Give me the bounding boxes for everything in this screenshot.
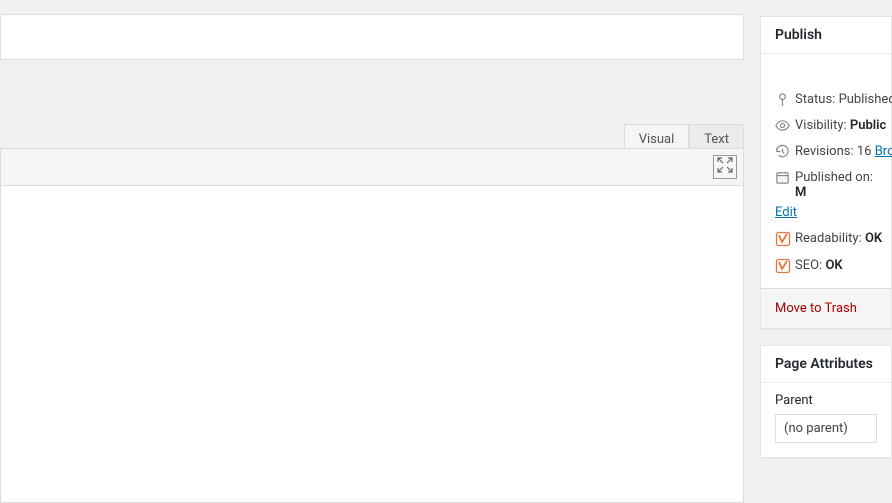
fullscreen-button[interactable]: [713, 155, 737, 179]
move-to-trash-link[interactable]: Move to Trash: [775, 301, 857, 316]
status-label: Status:: [795, 92, 835, 107]
revisions-icon: [775, 144, 795, 159]
seo-label: SEO:: [795, 258, 822, 273]
title-input[interactable]: [0, 14, 744, 60]
fullscreen-icon: [717, 157, 733, 177]
editor-toolbar: [0, 148, 744, 186]
published-label: Published on:: [795, 170, 873, 185]
sidebar: Publish Status: Published: [760, 0, 892, 503]
revisions-count: 16: [857, 144, 872, 159]
calendar-icon: [775, 170, 795, 185]
parent-label: Parent: [775, 393, 877, 408]
revisions-label: Revisions:: [795, 144, 854, 159]
visibility-label: Visibility:: [795, 118, 847, 133]
readability-label: Readability:: [795, 231, 862, 246]
visibility-value: Public: [850, 118, 886, 133]
visibility-icon: [775, 118, 795, 133]
status-value: Published: [839, 92, 892, 107]
yoast-readability-icon: [775, 231, 795, 247]
page-attributes-heading: Page Attributes: [761, 346, 891, 383]
seo-row: SEO: OK: [795, 258, 843, 273]
editor-content[interactable]: [0, 186, 744, 503]
pin-icon: [775, 92, 795, 107]
parent-select[interactable]: (no parent): [775, 414, 877, 443]
revisions-browse-link[interactable]: Bro: [875, 144, 892, 159]
publish-panel: Publish Status: Published: [760, 16, 892, 329]
readability-value: OK: [865, 231, 882, 246]
status-row: Status: Published: [795, 92, 892, 107]
published-value: M: [795, 185, 806, 200]
published-edit-link[interactable]: Edit: [775, 205, 797, 220]
page-attributes-panel: Page Attributes Parent (no parent): [760, 345, 892, 458]
published-row: Published on: M: [795, 170, 877, 200]
main-editor-area: Visual Text: [0, 0, 748, 503]
parent-select-value: (no parent): [784, 421, 848, 436]
yoast-seo-icon: [775, 258, 795, 274]
visibility-row: Visibility: Public: [795, 118, 886, 133]
seo-value: OK: [825, 258, 842, 273]
publish-heading: Publish: [761, 17, 891, 54]
readability-row: Readability: OK: [795, 231, 882, 246]
revisions-row: Revisions: 16 Bro: [795, 144, 892, 159]
